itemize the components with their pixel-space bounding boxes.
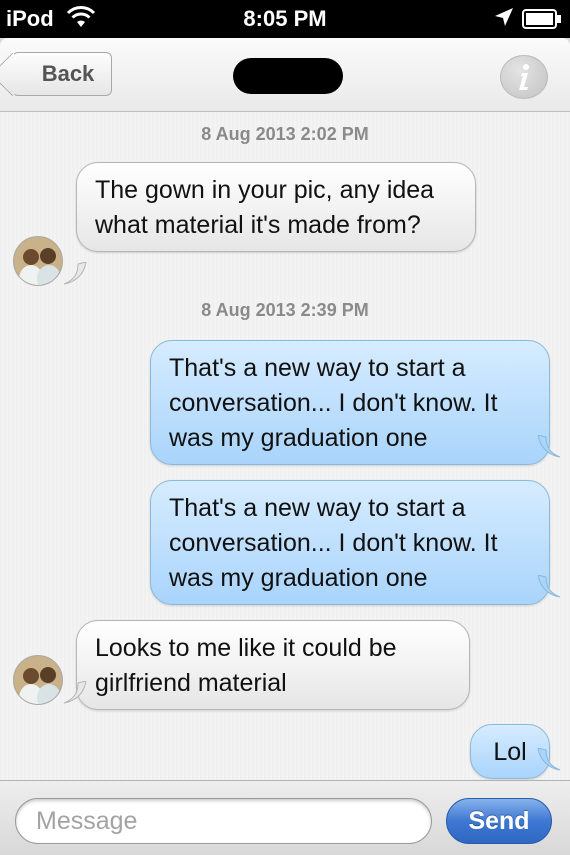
compose-bar: Send — [0, 780, 570, 855]
incoming-message-bubble[interactable]: Looks to me like it could be girlfriend … — [76, 620, 470, 710]
status-bar: iPod 8:05 PM — [0, 0, 570, 38]
back-button[interactable]: Back — [0, 52, 112, 97]
info-icon[interactable] — [500, 55, 548, 99]
message-list[interactable]: 8 Aug 2013 2:02 PM The gown in your pic,… — [0, 112, 570, 780]
message-text: Looks to me like it could be girlfriend … — [95, 634, 397, 697]
message-text: That's a new way to start a conversation… — [169, 494, 498, 592]
message-text: That's a new way to start a conversation… — [169, 354, 498, 452]
outgoing-message-bubble[interactable]: That's a new way to start a conversation… — [150, 340, 550, 465]
message-text: Lol — [493, 738, 527, 766]
bubble-tail — [537, 435, 561, 458]
message-text: The gown in your pic, any idea what mate… — [95, 176, 435, 239]
avatar[interactable] — [13, 655, 63, 705]
bubble-tail — [63, 681, 87, 704]
contact-name — [233, 58, 343, 94]
outgoing-message-bubble[interactable]: That's a new way to start a conversation… — [150, 480, 550, 605]
nav-bar: Back — [0, 38, 570, 112]
timestamp: 8 Aug 2013 2:02 PM — [201, 124, 369, 144]
timestamp: 8 Aug 2013 2:39 PM — [201, 300, 369, 320]
avatar[interactable] — [13, 236, 63, 286]
location-arrow-icon — [493, 6, 515, 34]
bubble-tail — [537, 748, 561, 771]
incoming-message-bubble[interactable]: The gown in your pic, any idea what mate… — [76, 162, 476, 252]
battery-icon — [522, 9, 562, 35]
back-button-label: Back — [41, 61, 95, 86]
back-arrow-shape — [0, 52, 35, 97]
bubble-tail — [63, 262, 87, 285]
message-input[interactable] — [15, 798, 432, 844]
bubble-tail — [537, 575, 561, 598]
send-button[interactable]: Send — [446, 798, 552, 844]
clock: 8:05 PM — [243, 6, 327, 31]
